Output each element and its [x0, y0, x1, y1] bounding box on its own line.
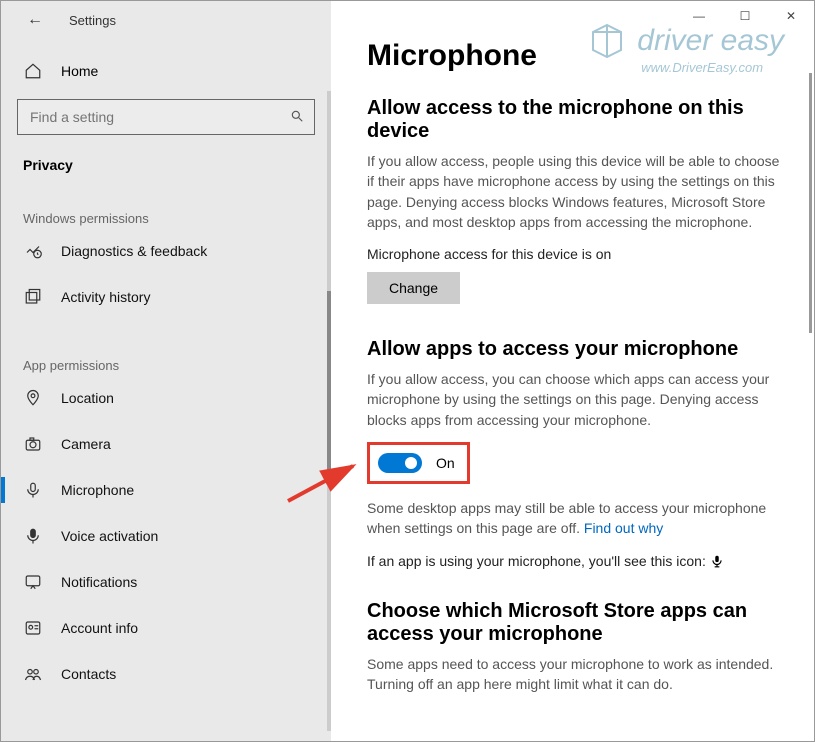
sidebar-item-account-info[interactable]: Account info [1, 605, 331, 651]
sidebar-item-label: Location [61, 390, 114, 406]
group-windows-permissions: Windows permissions [1, 211, 331, 226]
notifications-icon [23, 573, 43, 591]
sidebar-current-section: Privacy [1, 157, 331, 173]
sidebar-item-label: Diagnostics & feedback [61, 243, 207, 259]
microphone-inuse-icon [710, 553, 724, 572]
sidebar-item-label: Contacts [61, 666, 116, 682]
voice-icon [23, 527, 43, 545]
sidebar-item-label: Notifications [61, 574, 137, 590]
section1-body: If you allow access, people using this d… [367, 151, 790, 232]
group-app-permissions: App permissions [1, 358, 331, 373]
section2-heading: Allow apps to access your microphone [367, 338, 790, 361]
section3-heading: Choose which Microsoft Store apps can ac… [367, 600, 790, 646]
search-box[interactable] [17, 99, 315, 135]
history-icon [23, 288, 43, 306]
allow-apps-toggle[interactable] [378, 453, 422, 473]
change-button[interactable]: Change [367, 272, 460, 304]
sidebar-item-activity-history[interactable]: Activity history [1, 274, 331, 320]
home-icon [23, 62, 43, 80]
find-out-why-link[interactable]: Find out why [584, 520, 663, 536]
contacts-icon [23, 665, 43, 683]
sidebar-home[interactable]: Home [1, 49, 331, 93]
section2-body: If you allow access, you can choose whic… [367, 369, 790, 430]
sidebar-item-label: Account info [61, 620, 138, 636]
sidebar-item-label: Microphone [61, 482, 134, 498]
back-icon[interactable]: ← [23, 7, 47, 33]
camera-icon [23, 435, 43, 453]
sidebar-item-label: Activity history [61, 289, 150, 305]
section1-status: Microphone access for this device is on [367, 246, 790, 262]
toggle-state-label: On [436, 455, 455, 471]
sidebar-item-contacts[interactable]: Contacts [1, 651, 331, 697]
sidebar-item-voice-activation[interactable]: Voice activation [1, 513, 331, 559]
microphone-icon [23, 481, 43, 499]
section1-heading: Allow access to the microphone on this d… [367, 97, 790, 143]
inuse-text: If an app is using your microphone, you'… [367, 553, 706, 569]
content-pane: — ☐ ✕ driver easy www.DriverEasy.com Mic… [331, 1, 814, 741]
sidebar-item-notifications[interactable]: Notifications [1, 559, 331, 605]
sidebar-item-label: Voice activation [61, 528, 158, 544]
titlebar: ← Settings [1, 1, 331, 39]
sidebar-home-label: Home [61, 63, 98, 79]
note-text: Some desktop apps may still be able to a… [367, 500, 766, 536]
section2-inuse: If an app is using your microphone, you'… [367, 553, 790, 572]
sidebar-item-label: Camera [61, 436, 111, 452]
search-input[interactable] [28, 108, 290, 126]
section3-body: Some apps need to access your microphone… [367, 654, 790, 695]
sidebar-item-location[interactable]: Location [1, 375, 331, 421]
sidebar-item-camera[interactable]: Camera [1, 421, 331, 467]
account-icon [23, 619, 43, 637]
toggle-highlight: On [367, 442, 470, 484]
diagnostics-icon [23, 242, 43, 260]
sidebar-item-microphone[interactable]: Microphone [1, 467, 331, 513]
content-scrollbar[interactable] [809, 73, 812, 333]
section2-note: Some desktop apps may still be able to a… [367, 498, 790, 539]
sidebar-item-diagnostics[interactable]: Diagnostics & feedback [1, 228, 331, 274]
toggle-knob [405, 457, 417, 469]
search-icon [290, 109, 304, 126]
location-icon [23, 389, 43, 407]
window-title: Settings [69, 13, 116, 28]
sidebar: ← Settings Home Privacy Windows permissi… [1, 1, 331, 741]
page-title: Microphone [367, 39, 790, 73]
